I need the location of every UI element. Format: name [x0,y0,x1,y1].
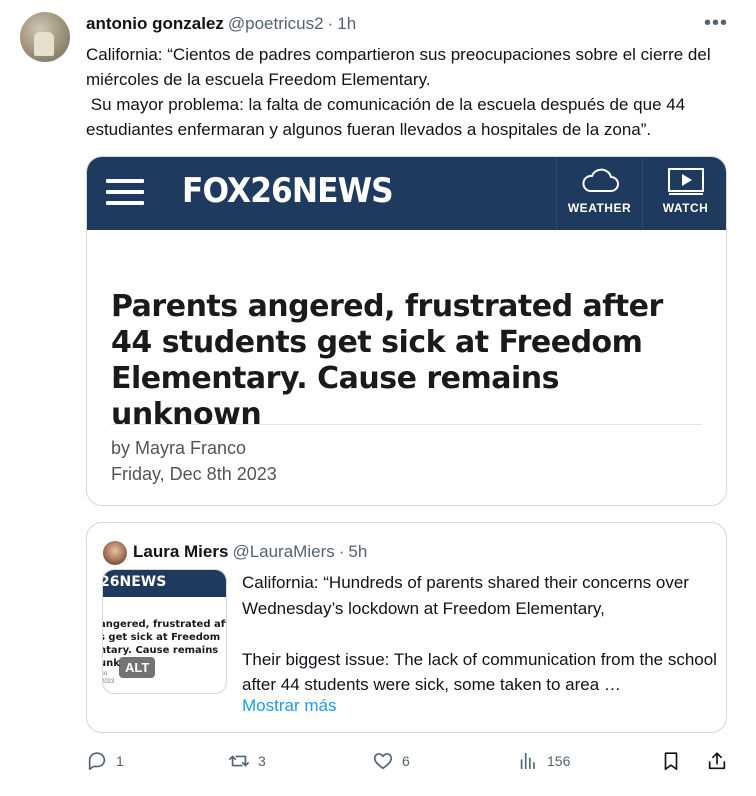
like-button[interactable]: 6 [372,750,410,772]
retweet-icon [229,755,249,767]
quote-author-handle: @LauraMiers [232,542,335,561]
separator: · [338,542,345,561]
reply-count: 1 [116,753,124,769]
quote-time: 5h [348,542,368,561]
bookmark-icon [664,752,678,771]
separator: · [327,14,334,33]
more-icon[interactable]: ••• [704,12,728,35]
share-button[interactable] [706,750,728,772]
views-button[interactable]: 156 [517,750,570,772]
quoted-tweet[interactable]: Laura Miers @LauraMiers · 5h 26NEWS ange… [86,522,727,733]
quote-author-avatar [103,541,127,565]
quote-author-name: Laura Miers [133,542,229,561]
fox-logo: FOX26NEWS [182,171,394,211]
link-card[interactable]: FOX26NEWS WEATHER WATCH Parents angered,… [86,156,727,506]
thumb-logo: 26NEWS [102,574,167,590]
quote-media-thumbnail[interactable]: 26NEWS angered, frustrated aft s get sic… [102,569,227,694]
author-name[interactable]: antonio gonzalez [86,14,224,34]
share-icon [708,752,726,770]
reply-icon [88,752,106,771]
weather-button: WEATHER [556,157,642,230]
article-title: Parents angered, frustrated after 44 stu… [111,289,663,432]
tweet-text: California: “Cientos de padres compartie… [86,45,711,139]
hamburger-icon [106,179,144,205]
author-avatar[interactable] [20,12,70,62]
watch-button: WATCH [642,157,726,230]
quote-header: Laura Miers @LauraMiers · 5h [133,542,367,562]
show-more-link[interactable]: Mostrar más [242,696,336,716]
play-icon [667,168,704,195]
reply-button[interactable]: 1 [86,750,124,772]
divider [111,424,702,425]
article-byline: by Mayra Franco [111,438,247,458]
action-bar: 1 3 6 156 [86,750,736,776]
author-handle[interactable]: @poetricus2 [228,14,324,34]
like-count: 6 [402,753,410,769]
views-count: 156 [547,753,571,769]
retweet-count: 3 [258,753,266,769]
bookmark-button[interactable] [660,750,682,772]
watch-label: WATCH [662,201,709,215]
cloud-icon [581,168,619,192]
fox-header-bar: FOX26NEWS WEATHER WATCH [87,157,726,230]
thumb-header-bar: 26NEWS [103,570,226,597]
views-icon [520,752,535,770]
tweet-time[interactable]: 1h [337,14,356,34]
thumb-byline: co 2023 [102,671,115,685]
retweet-button[interactable]: 3 [228,750,266,772]
alt-badge[interactable]: ALT [119,657,156,678]
quote-text: California: “Hundreds of parents shared … [242,573,717,694]
weather-label: WEATHER [567,201,632,215]
like-icon [373,753,393,770]
article-date: Friday, Dec 8th 2023 [111,464,277,484]
tweet-header: antonio gonzalez @poetricus2 · 1h [86,14,356,34]
